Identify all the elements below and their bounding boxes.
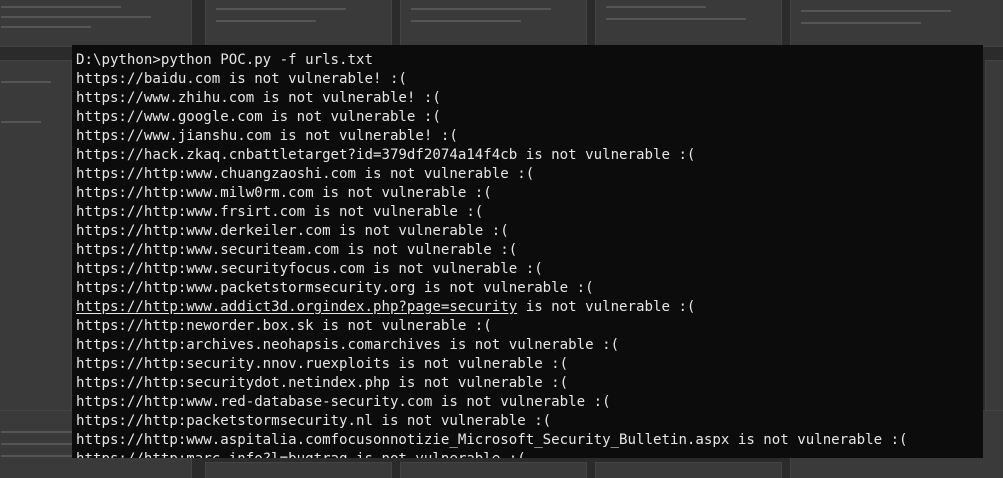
output-line: https://http:marc.info?l=bugtraq is not … — [76, 450, 983, 458]
document-page — [790, 0, 1003, 47]
document-page — [0, 0, 192, 47]
output-line: https://http:www.milw0rm.com is not vuln… — [76, 185, 492, 201]
output-line: https://http:www.red-database-security.c… — [76, 394, 611, 410]
output-line: https://http:www.addict3d.orgindex.php?p… — [76, 298, 983, 317]
output-line: https://http:www.aspitalia.comfocusonnot… — [76, 432, 908, 448]
document-page — [205, 462, 392, 478]
output-line: https://hack.zkaq.cnbattletarget?id=379d… — [76, 147, 696, 163]
output-line: https://www.google.com is not vulnerable… — [76, 109, 441, 125]
output-line: https://http:www.derkeiler.com is not vu… — [76, 223, 509, 239]
document-page — [400, 0, 587, 47]
terminal-output[interactable]: D:\python>python POC.py -f urls.txt http… — [72, 45, 983, 458]
document-page — [0, 60, 72, 412]
output-text: is not vulnerable :( — [517, 299, 696, 315]
output-line: https://http:packetstormsecurity.nl is n… — [76, 413, 552, 429]
url-link[interactable]: https://http:www.addict3d.orgindex.php?p… — [76, 299, 517, 315]
output-line: https://http:security.nnov.ruexploits is… — [76, 356, 569, 372]
output-line: https://www.jianshu.com is not vulnerabl… — [76, 128, 458, 144]
output-line: https://http:www.securiteam.com is not v… — [76, 242, 518, 258]
output-line: https://baidu.com is not vulnerable! :( — [76, 71, 407, 87]
output-line: https://http:www.packetstormsecurity.org… — [76, 280, 594, 296]
output-line: https://www.zhihu.com is not vulnerable!… — [76, 90, 441, 106]
output-line: https://http:www.chuangzaoshi.com is not… — [76, 166, 535, 182]
output-line: https://http:securitydot.netindex.php is… — [76, 375, 569, 391]
terminal-window[interactable]: D:\python>python POC.py -f urls.txt http… — [72, 45, 983, 458]
document-page — [595, 462, 782, 478]
command-prompt-line: D:\python>python POC.py -f urls.txt — [76, 52, 373, 68]
output-line: https://http:neworder.box.sk is not vuln… — [76, 318, 492, 334]
document-page — [400, 462, 587, 478]
document-page — [595, 0, 782, 47]
document-page — [985, 60, 1003, 412]
document-page — [205, 0, 392, 47]
output-line: https://http:www.securityfocus.com is no… — [76, 261, 543, 277]
output-line: https://http:www.frsirt.com is not vulne… — [76, 204, 484, 220]
output-line: https://http:archives.neohapsis.comarchi… — [76, 337, 620, 353]
